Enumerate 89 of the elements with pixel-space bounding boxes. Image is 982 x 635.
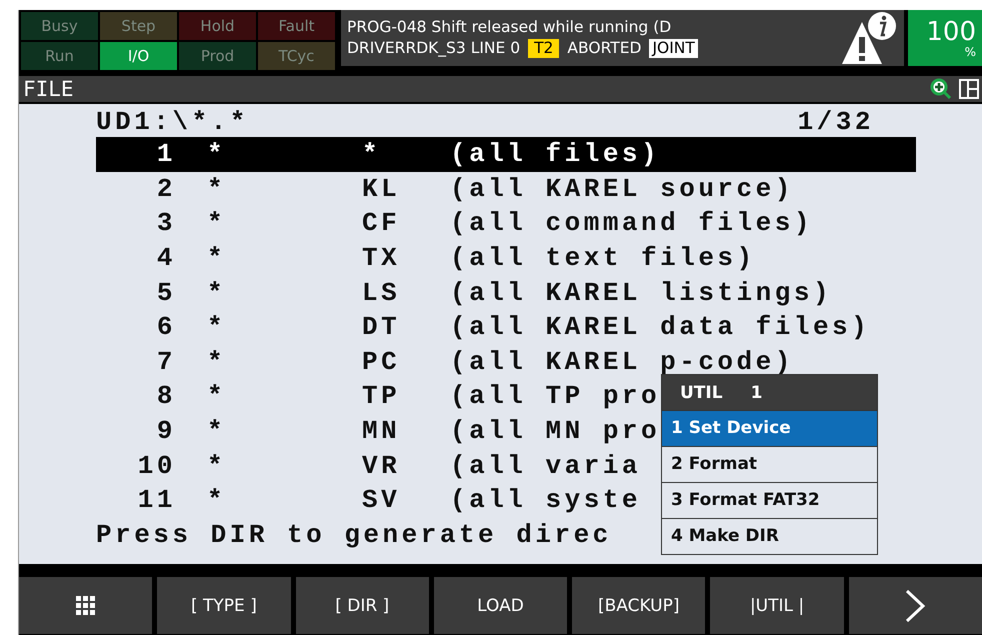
file-name: * (207, 243, 226, 274)
file-description: (all KAREL listings) (450, 278, 832, 308)
file-name: * (207, 174, 226, 204)
file-row[interactable]: 5 * LS (all KAREL listings) (96, 275, 832, 310)
file-description: (all MN pro (450, 416, 660, 446)
file-name: * (207, 208, 226, 238)
file-row[interactable]: 4 * TX (all text files) (96, 240, 756, 276)
softkey-button[interactable]: |UTIL | (710, 577, 844, 634)
file-description: (all KAREL p-code) (450, 346, 794, 377)
file-name: * (207, 416, 226, 446)
row-number: 4 (156, 243, 176, 274)
status-lamp: Hold (179, 12, 256, 40)
menu-page: 1 (750, 382, 762, 402)
file-name: * (207, 450, 226, 481)
status-lamp: Step (100, 12, 177, 40)
status-lamp: Run (21, 42, 98, 70)
coordinate-badge: JOINT (649, 39, 698, 58)
file-description: (all KAREL source) (450, 174, 794, 204)
softkey-button[interactable]: [ TYPE ] (157, 577, 291, 634)
row-number: 10 (138, 450, 176, 481)
row-number: 6 (156, 312, 176, 342)
file-name: * (207, 381, 226, 412)
file-row[interactable]: 9 * MN (all MN pro (96, 414, 660, 448)
softkey-button[interactable]: [ DIR ] (296, 577, 429, 634)
file-name: * (207, 346, 226, 377)
file-type: TP (362, 381, 400, 412)
mode-badge: T2 (528, 39, 560, 58)
file-name: * (207, 139, 226, 170)
run-state: ABORTED (567, 39, 642, 58)
page-counter: 1/32 (798, 107, 874, 137)
file-type: PC (362, 346, 400, 377)
file-description: (all varia (450, 450, 642, 481)
file-name: * (207, 312, 226, 342)
row-number: 8 (156, 381, 176, 412)
menu-button[interactable] (19, 577, 152, 634)
split-screen-icon[interactable] (958, 78, 980, 100)
softkey-button[interactable]: LOAD (434, 577, 568, 634)
row-number: 9 (156, 416, 176, 446)
file-row[interactable]: 10 * VR (all varia (96, 448, 642, 483)
row-number: 3 (156, 208, 176, 238)
file-row[interactable]: 6 * DT (all KAREL data files) (96, 310, 870, 345)
file-type: * (362, 139, 382, 170)
status-lamp: Busy (21, 12, 98, 40)
file-description: (all text files) (450, 243, 756, 274)
file-description: (all KAREL data files) (450, 312, 870, 342)
file-row[interactable]: 3 * CF (all command files) (96, 206, 813, 241)
file-row[interactable]: 7 * PC (all KAREL p-code) (96, 344, 794, 380)
row-number: 1 (156, 139, 176, 170)
file-type: TX (362, 243, 400, 274)
screen-title: FILE (23, 77, 75, 101)
row-number: 2 (156, 174, 176, 204)
status-lamp: Prod (179, 42, 256, 70)
chevron-right-icon (904, 588, 926, 622)
file-type: LS (362, 278, 400, 308)
file-row[interactable]: 11 * SV (all syste (96, 482, 642, 518)
file-type: DT (362, 312, 400, 342)
zoom-in-icon[interactable] (930, 78, 952, 100)
status-lamp: I/O (100, 42, 177, 70)
file-description: (all TP pro (450, 381, 660, 412)
override-display: 100 % (908, 10, 982, 66)
row-number: 7 (156, 346, 176, 377)
prompt-text: Press DIR to generate direc (96, 520, 612, 550)
menu-item[interactable]: 3 Format FAT32 (662, 482, 877, 518)
file-type: CF (362, 208, 400, 238)
file-type: SV (362, 485, 400, 516)
file-row[interactable]: 1 * * (all files) (96, 137, 916, 172)
row-number: 5 (156, 278, 176, 308)
file-name: * (207, 485, 226, 516)
file-description: (all files) (450, 139, 660, 170)
status-lamp: Fault (258, 12, 335, 40)
file-type: VR (362, 450, 400, 481)
file-description: (all syste (450, 485, 642, 516)
file-row[interactable]: 2 * KL (all KAREL source) (96, 172, 794, 206)
program-status: DRIVERRDK_S3 LINE 0 (347, 39, 520, 58)
menu-title: UTIL (680, 382, 723, 402)
file-description: (all command files) (450, 208, 813, 238)
file-name: * (207, 278, 226, 308)
row-number: 11 (138, 485, 176, 516)
grid-icon (76, 596, 96, 616)
file-type: KL (362, 174, 400, 204)
file-row[interactable]: 8 * TP (all TP pro (96, 379, 660, 414)
path-label: UD1:\*.* (96, 107, 249, 137)
menu-item[interactable]: 1 Set Device (662, 410, 877, 446)
menu-item[interactable]: 4 Make DIR (662, 518, 877, 554)
status-lamp: TCyc (258, 42, 335, 70)
file-type: MN (362, 416, 400, 446)
menu-item[interactable]: 2 Format (662, 446, 877, 482)
alarm-message: PROG-048 Shift released while running (D (347, 18, 672, 37)
softkey-button[interactable]: [BACKUP] (572, 577, 706, 634)
